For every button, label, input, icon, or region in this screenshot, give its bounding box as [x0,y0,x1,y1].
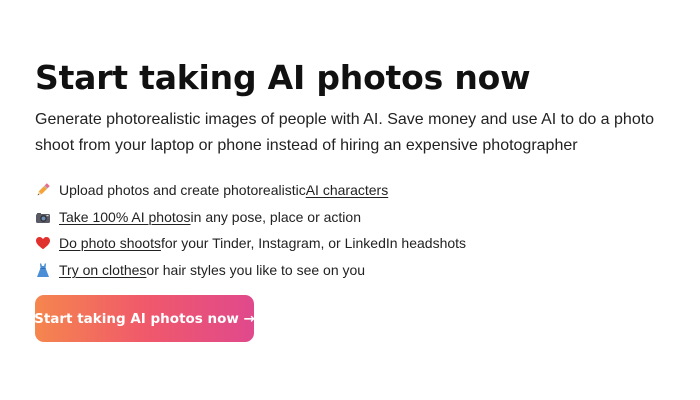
hero-section: Start taking AI photos now Generate phot… [34,55,675,342]
feature-item-photo-shoots: Do photo shoots for your Tinder, Instagr… [35,230,675,257]
camera-icon [35,209,51,225]
try-on-clothes-link[interactable]: Try on clothes [59,262,146,278]
feature-text-after: in any pose, place or action [190,208,361,225]
dress-icon [35,262,51,278]
pencil-icon [35,182,51,198]
feature-list: Upload photos and create photorealistic … [35,177,675,283]
feature-text: Upload photos and create photorealistic [59,182,306,199]
feature-item-ai-photos: Take 100% AI photos in any pose, place o… [35,204,675,231]
feature-text-after: or hair styles you like to see on you [146,261,366,278]
photo-shoots-link[interactable]: Do photo shoots [59,235,161,251]
feature-item-try-on-clothes: Try on clothes or hair styles you like t… [35,257,675,284]
start-taking-ai-photos-button[interactable]: Start taking AI photos now → [34,295,255,342]
ai-characters-link[interactable]: AI characters [306,182,388,198]
feature-item-ai-characters: Upload photos and create photorealistic … [35,177,675,204]
heart-icon [35,235,51,251]
hero-subtitle: Generate photorealistic images of people… [35,111,655,154]
feature-text-after: for your Tinder, Instagram, or LinkedIn … [160,235,467,252]
take-ai-photos-link[interactable]: Take 100% AI photos [59,209,191,225]
page-title: Start taking AI photos now [35,58,531,97]
